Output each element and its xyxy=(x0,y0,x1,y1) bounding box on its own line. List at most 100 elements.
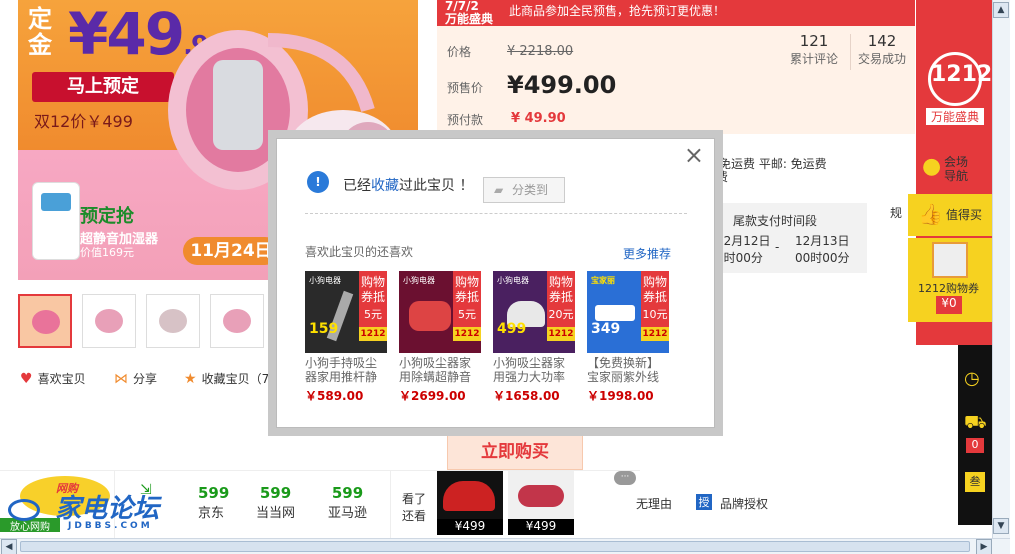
heart-icon: ♥ xyxy=(20,370,33,387)
scroll-down-arrow-icon[interactable]: ▼ xyxy=(993,518,1009,534)
price-label: 价格 xyxy=(447,45,472,59)
brand-auth-icon: 授 xyxy=(696,494,712,510)
deposit-tag: 定金 xyxy=(28,5,52,59)
rec-item-3-image: 小狗电器 499 购物 券抵 20元 1212 xyxy=(493,271,575,353)
time-end-time: 00时00分 xyxy=(795,251,850,265)
collected-message: 已经收藏过此宝贝 ！ xyxy=(343,178,474,194)
presale-label: 预售价 xyxy=(447,81,484,95)
scroll-left-arrow-icon[interactable]: ◀ xyxy=(1,539,17,554)
coupon-avatar xyxy=(932,242,968,278)
rec-item-name: 【免费换新】宝家丽紫外线 xyxy=(587,356,660,384)
original-price: ¥ 2218.00 xyxy=(507,44,574,59)
category-button[interactable]: ▰ 分类到 xyxy=(483,177,565,203)
deposit-label: 预付款 xyxy=(447,113,484,127)
horizontal-scrollbar[interactable]: ◀ ▶ xyxy=(0,538,1010,554)
worth-buy-label: 值得买 xyxy=(946,208,983,222)
thumbnail-2[interactable] xyxy=(82,294,136,348)
rec-item-price: ￥2699.00 xyxy=(399,389,466,403)
compare-dangdang[interactable]: 599 当当网 xyxy=(256,484,295,521)
double12-price: 双12价￥499 xyxy=(34,112,133,131)
coupon-tag: 购物 券抵 5元 1212 xyxy=(453,271,481,341)
thumbs-up-icon: 👍 xyxy=(918,202,943,226)
rec-item-name: 小狗手持吸尘器家用推杆静 xyxy=(305,356,378,384)
worth-buy-button[interactable]: 👍 值得买 xyxy=(908,194,992,236)
rec-item-price: ￥1658.00 xyxy=(493,389,560,403)
more-dots-icon[interactable]: ··· xyxy=(614,471,636,485)
horizontal-scroll-thumb[interactable] xyxy=(20,541,970,552)
venue-nav[interactable]: ● 会场 导航 xyxy=(920,154,992,186)
balance-label: 尾款支付时间段 xyxy=(733,214,818,228)
time-start-date: 12月12日 xyxy=(716,234,771,248)
collect-label: 收藏宝贝（71 xyxy=(201,372,277,386)
share-icon: ⋈ xyxy=(114,370,128,387)
bottom-divider-2 xyxy=(390,470,391,538)
date-pill: 11月24日 xyxy=(183,237,279,265)
info-icon: ! xyxy=(307,171,329,193)
compare-jd[interactable]: 599 京东 xyxy=(198,484,229,521)
scroll-right-arrow-icon[interactable]: ▶ xyxy=(976,539,992,554)
share-action[interactable]: ⋈ 分享 xyxy=(114,370,157,387)
stat-divider xyxy=(850,34,851,70)
thumbnail-3[interactable] xyxy=(146,294,200,348)
watermark-logo-icon xyxy=(8,498,40,521)
like-action[interactable]: ♥ 喜欢宝贝 xyxy=(20,370,86,387)
promo-message: 此商品参加全民预售，抢先预订更优惠！ xyxy=(509,4,726,18)
more-recommendations-link[interactable]: 更多推荐 xyxy=(623,245,671,262)
promo-logo: 7/7/2 万能盛典 xyxy=(445,0,494,26)
clock-icon[interactable]: ◷ xyxy=(964,368,980,389)
spec-link[interactable]: 规 xyxy=(890,204,902,221)
coupon-panel[interactable]: 1212购物券 ¥0 xyxy=(908,238,992,322)
humidifier-badge: 预定抢 xyxy=(80,206,134,227)
collect-link[interactable]: 收藏 xyxy=(371,178,399,194)
shipping-info: 免运费 平邮: 免运费 xyxy=(719,157,827,171)
rec-item-1[interactable]: 小狗电器 159 购物 券抵 5元 1212 小狗手持吸尘器家用推杆静 ￥589.00 xyxy=(305,271,387,404)
thumbnail-4[interactable] xyxy=(210,294,264,348)
time-start-time: 0时00分 xyxy=(716,251,763,265)
sidebar-last-tab[interactable]: 叁 xyxy=(965,472,985,492)
mini-item-1[interactable]: ¥499 xyxy=(437,471,503,535)
promo-band: 7/7/2 万能盛典 此商品参加全民预售，抢先预订更优惠！ xyxy=(437,0,915,26)
preorder-button[interactable]: 马上预定 xyxy=(32,72,174,102)
brand-auth-label: 品牌授权 xyxy=(720,497,769,511)
coupon-tag: 购物 券抵 10元 1212 xyxy=(641,271,669,341)
cart-icon[interactable]: ⛟ xyxy=(964,412,987,436)
folder-icon: ▰ xyxy=(494,183,504,197)
close-icon[interactable]: × xyxy=(684,143,704,167)
rec-item-4[interactable]: 宝家丽 349 购物 券抵 10元 1212 【免费换新】宝家丽紫外线 ￥1998.0… xyxy=(587,271,669,404)
humidifier-price: 价值169元 xyxy=(80,246,134,259)
humidifier-image xyxy=(32,182,80,260)
collect-dialog: × ! 已经收藏过此宝贝 ！ ▰ 分类到 喜欢此宝贝的还喜欢 更多推荐 小狗电器… xyxy=(276,138,715,428)
vertical-scrollbar[interactable]: ▲ ▼ xyxy=(992,0,1010,538)
scroll-up-arrow-icon[interactable]: ▲ xyxy=(993,2,1009,18)
reviews-stat[interactable]: 121 累计评论 xyxy=(790,32,838,67)
presale-price: ¥499.00 xyxy=(507,71,617,99)
deals-stat[interactable]: 142 交易成功 xyxy=(858,32,906,67)
no-reason-return: 无理由 xyxy=(636,497,673,511)
rec-item-name: 小狗吸尘器家用除螨超静音 xyxy=(399,356,472,384)
buy-now-button[interactable]: 立即购买 xyxy=(447,432,583,470)
coupon-tag: 购物 券抵 20元 1212 xyxy=(547,271,575,341)
mini-item-2[interactable]: ¥499 xyxy=(508,471,574,535)
coupon-tag: 购物 券抵 5元 1212 xyxy=(359,271,387,341)
also-viewed-label: 看了 还看 xyxy=(402,492,427,523)
share-label: 分享 xyxy=(133,372,158,386)
thumbnail-1[interactable] xyxy=(18,294,72,348)
time-separator: - xyxy=(775,240,780,254)
compare-amazon[interactable]: 599 亚马逊 xyxy=(328,484,367,521)
rec-item-1-image: 小狗电器 159 购物 券抵 5元 1212 xyxy=(305,271,387,353)
site-watermark: 家电论坛 JDBBS.COM xyxy=(8,488,159,531)
venue-nav-label: 会场 导航 xyxy=(944,155,969,183)
coupon-value: ¥0 xyxy=(936,296,962,314)
modal-divider xyxy=(305,213,687,214)
rec-item-name: 小狗吸尘器家用强力大功率 xyxy=(493,356,566,384)
also-like-label: 喜欢此宝贝的还喜欢 xyxy=(305,245,414,259)
location-pin-icon: ● xyxy=(922,154,942,179)
sidebar-logo[interactable]: 1212 万能盛典 xyxy=(926,52,992,126)
deposit-value: ¥ 49.90 xyxy=(511,111,566,126)
rec-item-price: ￥589.00 xyxy=(305,389,364,403)
rec-item-3[interactable]: 小狗电器 499 购物 券抵 20元 1212 小狗吸尘器家用强力大功率 ￥1658.… xyxy=(493,271,575,404)
coupon-label: 1212购物券 xyxy=(918,282,979,295)
rec-item-2[interactable]: 小狗电器 购物 券抵 5元 1212 小狗吸尘器家用除螨超静音 ￥2699.00 xyxy=(399,271,481,404)
collect-action[interactable]: ★ 收藏宝贝（71 xyxy=(184,370,277,387)
like-label: 喜欢宝贝 xyxy=(37,372,86,386)
